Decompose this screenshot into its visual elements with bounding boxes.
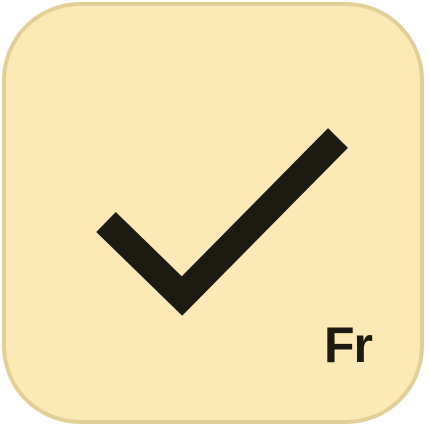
app-icon[interactable]: Fr [2, 2, 424, 424]
checkmark-stroke [96, 128, 348, 316]
language-badge: Fr [324, 317, 373, 373]
